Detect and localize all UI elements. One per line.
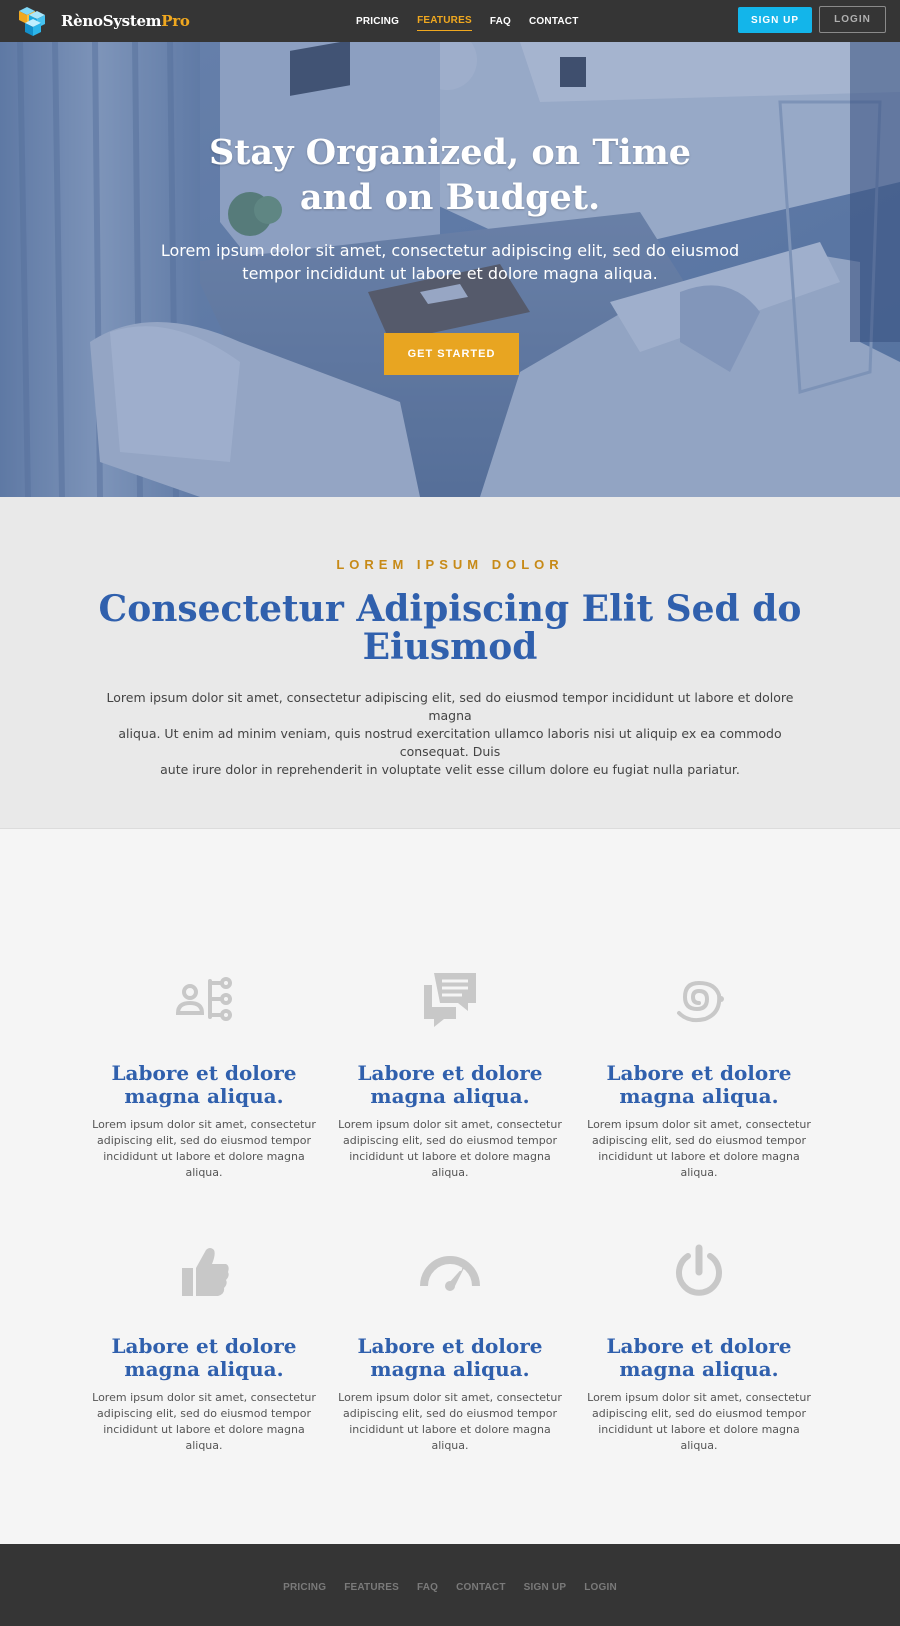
feature-card: Labore et dolore magna aliqua. Lorem ipsu… (579, 969, 819, 1181)
feature-description: Lorem ipsum dolor sit amet, consectetur a… (587, 1118, 811, 1179)
footer: PRICING FEATURES FAQ CONTACT SIGN UP LOG… (0, 1544, 900, 1626)
nav-item-features[interactable]: FEATURES (417, 11, 472, 31)
footer-link-pricing[interactable]: PRICING (283, 1582, 326, 1593)
feature-title: Labore et dolore magna aliqua. (606, 1334, 792, 1381)
section-eyebrow: LOREM IPSUM DOLOR (336, 557, 564, 572)
nav-item-faq[interactable]: FAQ (490, 12, 511, 31)
spiral-icon (677, 980, 724, 1023)
intro-section: LOREM IPSUM DOLOR Consectetur Adipiscing… (0, 497, 900, 829)
footer-link-login[interactable]: LOGIN (584, 1582, 617, 1593)
footer-menu: PRICING FEATURES FAQ CONTACT SIGN UP LOG… (0, 1544, 900, 1626)
feature-description: Lorem ipsum dolor sit amet, consectetur a… (92, 1391, 316, 1452)
feature-card: Labore et dolore magna aliqua. Lorem ipsu… (84, 1242, 324, 1454)
feature-description: Lorem ipsum dolor sit amet, consectetur a… (338, 1391, 562, 1452)
signup-button[interactable]: SIGN UP (738, 7, 812, 33)
thumbs-up-icon (182, 1248, 229, 1296)
brand-name: RènoSystemPro (61, 12, 190, 30)
feature-description: Lorem ipsum dolor sit amet, consectetur a… (338, 1118, 562, 1179)
hero-subtitle: Lorem ipsum dolor sit amet, consectetur … (160, 241, 740, 283)
cubes-logo-icon (19, 7, 45, 36)
footer-link-features[interactable]: FEATURES (344, 1582, 399, 1593)
feature-card: Labore et dolore magna aliqua. Lorem ipsu… (84, 969, 324, 1181)
get-started-button[interactable]: GET STARTED (384, 333, 519, 375)
footer-link-signup[interactable]: SIGN UP (524, 1582, 567, 1593)
section-description: Lorem ipsum dolor sit amet, consectetur … (106, 690, 794, 777)
feature-title: Labore et dolore magna aliqua. (357, 1334, 543, 1381)
speedometer-icon (420, 1256, 480, 1291)
top-navbar: RènoSystemPro PRICING FEATURES FAQ CONTA… (0, 0, 900, 42)
feature-title: Labore et dolore magna aliqua. (357, 1061, 543, 1108)
org-chart-icon (175, 977, 232, 1021)
hero-title: Stay Organized, on Time and on Budget. (208, 132, 692, 218)
feature-description: Lorem ipsum dolor sit amet, consectetur a… (92, 1118, 316, 1179)
features-section: Labore et dolore magna aliqua. Lorem ipsu… (0, 829, 900, 1544)
feature-description: Lorem ipsum dolor sit amet, consectetur a… (587, 1391, 811, 1452)
nav-item-contact[interactable]: CONTACT (529, 12, 579, 31)
chat-icon (424, 973, 476, 1027)
feature-card: Labore et dolore magna aliqua. Lorem ipsu… (579, 1242, 819, 1454)
login-button[interactable]: LOGIN (819, 6, 886, 33)
power-icon (676, 1244, 722, 1296)
section-title: Consectetur Adipiscing Elit Sed do Eiusmo… (98, 588, 802, 668)
feature-title: Labore et dolore magna aliqua. (111, 1334, 297, 1381)
feature-title: Labore et dolore magna aliqua. (606, 1061, 792, 1108)
nav-item-pricing[interactable]: PRICING (356, 12, 399, 31)
footer-link-faq[interactable]: FAQ (417, 1582, 438, 1593)
feature-title: Labore et dolore magna aliqua. (111, 1061, 297, 1108)
feature-card: Labore et dolore magna aliqua. Lorem ipsu… (330, 969, 570, 1181)
main-menu: PRICING FEATURES FAQ CONTACT (356, 0, 597, 42)
brand-logo[interactable]: RènoSystemPro (15, 5, 190, 37)
hero-section: Stay Organized, on Time and on Budget. Lo… (0, 42, 900, 497)
feature-card: Labore et dolore magna aliqua. Lorem ipsu… (330, 1242, 570, 1454)
footer-link-contact[interactable]: CONTACT (456, 1582, 506, 1593)
